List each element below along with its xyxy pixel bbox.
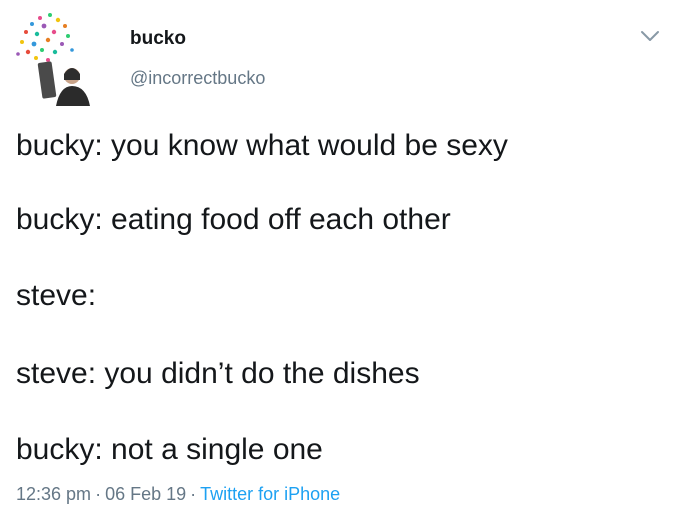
tweet-meta: 12:36 pm · 06 Feb 19 · Twitter for iPhone — [16, 484, 340, 505]
tweet-source-link[interactable]: Twitter for iPhone — [200, 484, 340, 504]
avatar-image — [16, 13, 90, 106]
chevron-down-icon[interactable] — [638, 26, 662, 46]
tweet-date[interactable]: 06 Feb 19 — [105, 484, 186, 504]
tweet-card: bucko @incorrectbucko bucky: you know wh… — [0, 0, 680, 514]
avatar[interactable] — [10, 10, 106, 106]
tweet-line: bucky: eating food off each other — [16, 203, 451, 236]
tweet-line: steve: you didn’t do the dishes — [16, 357, 420, 390]
user-handle[interactable]: @incorrectbucko — [130, 68, 265, 89]
person-graphic — [56, 68, 90, 106]
tweet-line: bucky: not a single one — [16, 433, 323, 466]
display-name[interactable]: bucko — [130, 28, 186, 50]
meta-separator: · — [95, 484, 102, 504]
cannon-graphic — [37, 61, 57, 99]
tweet-line: steve: — [16, 279, 97, 312]
confetti-graphic — [16, 13, 74, 62]
tweet-time[interactable]: 12:36 pm — [16, 484, 91, 504]
meta-separator: · — [190, 484, 197, 504]
tweet-line: bucky: you know what would be sexy — [16, 129, 508, 162]
